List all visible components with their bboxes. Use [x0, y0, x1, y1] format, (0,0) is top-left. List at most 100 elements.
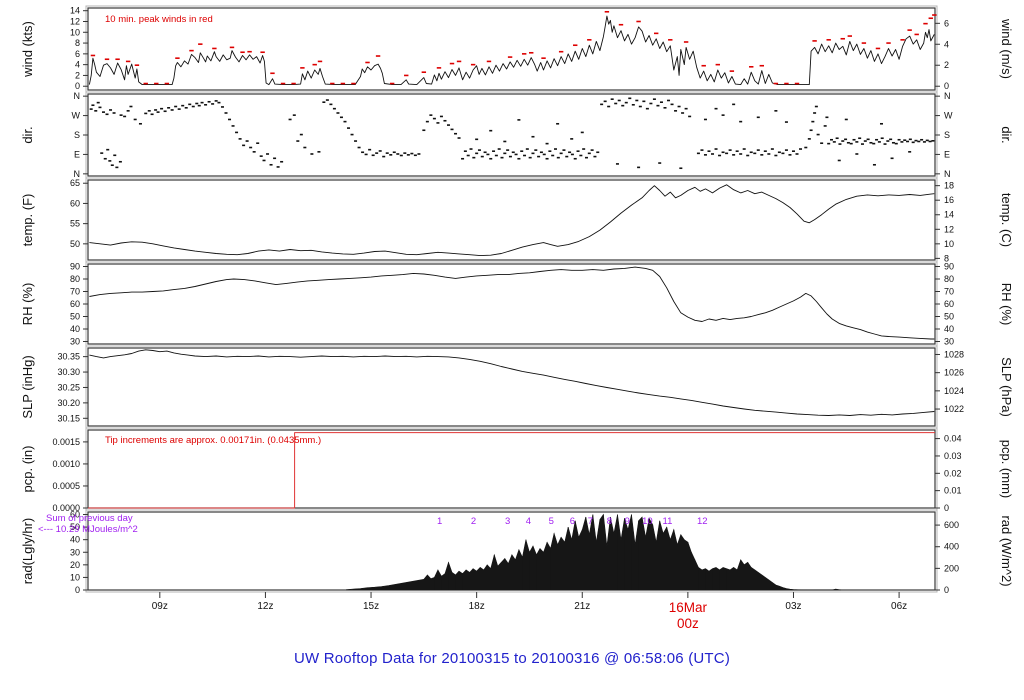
y-tick-label-right: 0: [944, 503, 949, 513]
y-tick-label-left: 30.25: [57, 382, 80, 392]
panel-rad: 01020304050600200400600rad(Lgly/hr) rad (…: [20, 509, 1014, 595]
y-tick-label-right: 14: [944, 210, 954, 220]
y-tick-label-left: 30.35: [57, 352, 80, 362]
x-tick-label: 21z: [574, 601, 590, 612]
y-tick-label-right: 10: [944, 239, 954, 249]
y-tick-label-left: 0: [75, 585, 80, 595]
panel-border: [87, 179, 936, 261]
y-tick-label-left: S: [74, 130, 80, 140]
y-tick-label-left: 50: [70, 239, 80, 249]
y-axis-label-right-temp: temp. (C): [999, 193, 1014, 247]
y-tick-label-right: 30: [944, 337, 954, 347]
y-tick-label-right: 400: [944, 542, 959, 552]
y-tick-label-left: 40: [70, 535, 80, 545]
y-tick-label-left: 30.30: [57, 367, 80, 377]
y-axis-label-left-dir: dir.: [20, 126, 35, 143]
y-tick-label-left: 30.20: [57, 398, 80, 408]
y-tick-label-right: N: [944, 169, 951, 179]
y-axis-label-left-slp: SLP (inHg): [20, 355, 35, 418]
y-axis-label-left-rad: rad(Lgly/hr): [20, 518, 35, 584]
y-tick-label-left: 14: [70, 6, 80, 16]
y-axis-label-left-temp: temp. (F): [20, 194, 35, 247]
y-tick-label-right: 16: [944, 195, 954, 205]
y-tick-label-right: 200: [944, 563, 959, 573]
y-axis-label-right-pcp: pcp. (mm): [999, 440, 1014, 499]
y-axis-label-right-rh: RH (%): [999, 283, 1014, 326]
y-tick-label-left: 2: [75, 70, 80, 80]
y-tick-label-left: 10: [70, 27, 80, 37]
rad-hour-marker-9: 9: [625, 516, 630, 527]
chart-figure: 0 2 4 6 8 10 12 14 0 2 4 6 wind (kts) wind (m/s) 10 mi…: [0, 0, 1024, 700]
x-tick-label: 09z: [152, 601, 168, 612]
rad-hour-marker-6: 6: [570, 516, 575, 527]
panel-border: [87, 93, 936, 177]
weather-multipanel-plot: 024681012140246wind (kts) wind (m/s)10 mi…: [0, 0, 1024, 700]
y-tick-label-right: 0: [944, 81, 949, 91]
rad-hour-marker-8: 8: [607, 516, 612, 527]
y-tick-label-left: 50: [70, 312, 80, 322]
y-tick-label-right: 600: [944, 520, 959, 530]
x-tick-label: 12z: [257, 601, 273, 612]
rad-hour-marker-12: 12: [697, 516, 708, 527]
y-tick-label-left: 60: [70, 299, 80, 309]
y-tick-label-left: 6: [75, 49, 80, 59]
y-axis-label-left-pcp: pcp. (in): [20, 446, 35, 493]
y-tick-label-right: 50: [944, 312, 954, 322]
rad-hour-marker-3: 3: [505, 516, 510, 527]
y-tick-label-right: 1026: [944, 368, 964, 378]
y-axis-label-right-slp: SLP (hPa): [999, 357, 1014, 417]
y-tick-label-left: 4: [75, 60, 80, 70]
y-tick-label-right: 70: [944, 287, 954, 297]
y-tick-label-right: 12: [944, 224, 954, 234]
x-tick-label: 03z: [785, 601, 801, 612]
y-tick-label-left: 70: [70, 287, 80, 297]
y-tick-label-left: 30: [70, 547, 80, 557]
y-axis-label-left-rh: RH (%): [20, 283, 35, 326]
y-tick-label-left: 30.15: [57, 413, 80, 423]
y-tick-label-left: 10: [70, 572, 80, 582]
rad-hour-marker-7: 7: [588, 516, 593, 527]
y-tick-label-right: 0.02: [944, 468, 962, 478]
panel-dir: NESWNNESWNdir. dir.: [20, 91, 1014, 179]
wind-note-1: 10 min. peak winds in red: [105, 14, 213, 25]
y-tick-label-right: 6: [944, 18, 949, 28]
y-tick-label-right: 90: [944, 262, 954, 272]
y-tick-label-left: 40: [70, 324, 80, 334]
y-tick-label-left: 8: [75, 38, 80, 48]
panel-wind: 024681012140246wind (kts) wind (m/s)10 mi…: [20, 5, 1014, 93]
rad-hour-marker-4: 4: [526, 516, 531, 527]
y-tick-label-right: W: [944, 111, 953, 121]
y-tick-label-right: S: [944, 130, 950, 140]
y-tick-label-left: 60: [70, 198, 80, 208]
y-tick-label-right: 2: [944, 60, 949, 70]
y-tick-label-right: 0.04: [944, 434, 962, 444]
y-tick-label-right: 0.01: [944, 486, 962, 496]
panel-border: [87, 263, 936, 345]
y-tick-label-right: N: [944, 91, 951, 101]
x-tick-date-label-2: 00z: [677, 616, 699, 631]
rad-hour-marker-2: 2: [471, 516, 476, 527]
x-tick-label: 18z: [469, 601, 485, 612]
y-tick-label-right: 1022: [944, 404, 964, 414]
y-tick-label-left: W: [72, 111, 81, 121]
y-tick-label-left: 20: [70, 560, 80, 570]
y-tick-label-left: 55: [70, 219, 80, 229]
panel-rh: 30 40 50 60 70 80 90 30 40 50 60 70 80 90 RH (%) RH (%): [20, 261, 1014, 347]
rad-hour-marker-1: 1: [437, 516, 442, 527]
y-tick-label-left: 0: [75, 81, 80, 91]
y-tick-label-left: 80: [70, 274, 80, 284]
y-tick-label-left: 0.0015: [52, 437, 80, 447]
y-axis-label-left-wind: wind (kts): [20, 21, 35, 78]
y-tick-label-right: 60: [944, 299, 954, 309]
y-tick-label-left: 90: [70, 262, 80, 272]
panel-slp: 30.15 30.20 30.25 30.30 30.35 1022 1024 1026 102…: [20, 345, 1014, 429]
y-axis-label-right-rad: rad (W/m^2): [999, 515, 1014, 586]
y-tick-label-left: 30: [70, 337, 80, 347]
y-tick-label-left: N: [74, 91, 81, 101]
y-axis-label-right-wind: wind (m/s): [999, 18, 1014, 79]
y-tick-label-right: 0: [944, 585, 949, 595]
y-tick-label-left: E: [74, 149, 80, 159]
x-tick-label: 15z: [363, 601, 379, 612]
y-tick-label-right: 1028: [944, 349, 964, 359]
y-tick-label-right: 80: [944, 274, 954, 284]
